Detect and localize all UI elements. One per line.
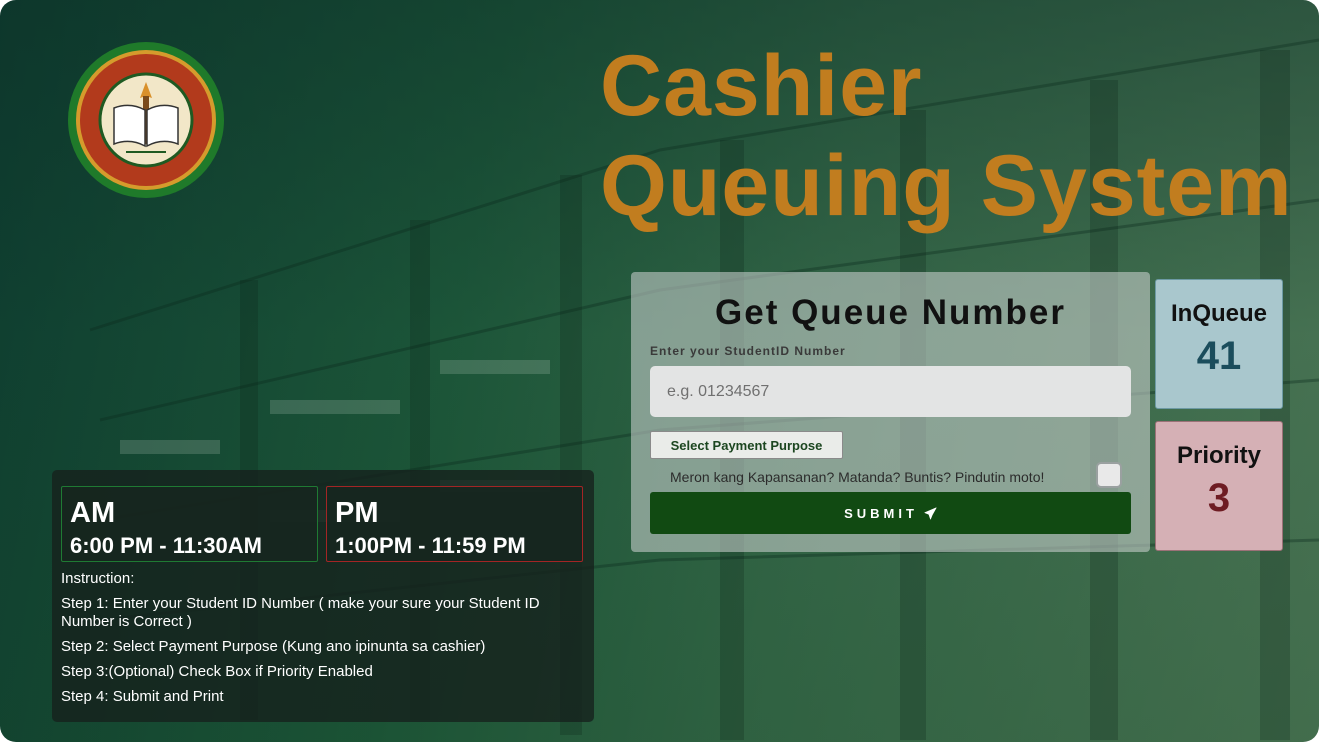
title-line-1: Cashier [600,38,923,134]
priority-counter-label: Priority [1176,442,1262,469]
inqueue-counter: InQueue 41 [1155,279,1283,409]
inqueue-count: 41 [1196,334,1242,378]
student-id-label: Enter your StudentID Number [650,344,846,358]
instruction-step: Step 3:(Optional) Check Box if Priority … [61,663,373,680]
priority-counter: Priority 3 [1155,421,1283,551]
queue-form-heading: Get Queue Number [715,293,1066,332]
priority-row: Meron kang Kapansanan? Matanda? Buntis? … [650,462,1131,491]
pm-schedule: PM 1:00PM - 11:59 PM [326,486,583,562]
pm-hours: 1:00PM - 11:59 PM [335,533,526,558]
info-panel: AM 6:00 PM - 11:30AM PM 1:00PM - 11:59 P… [52,470,594,722]
priority-count: 3 [1207,476,1231,520]
am-schedule: AM 6:00 PM - 11:30AM [61,486,318,562]
am-label: AM [70,497,116,529]
page-title: Cashier Queuing System [600,36,1315,236]
title-line-2: Queuing System [600,138,1293,234]
queue-form-card: Get Queue Number Enter your StudentID Nu… [631,272,1150,552]
instruction-step: Step 4: Submit and Print [61,688,224,705]
priority-checkbox[interactable] [1096,462,1122,488]
instruction-step: Step 2: Select Payment Purpose (Kung ano… [61,638,486,655]
instruction-step: Step 1: Enter your Student ID Number ( m… [61,595,540,630]
instructions-title: Instruction: [61,570,135,587]
pm-label: PM [335,497,379,529]
student-id-input[interactable] [650,366,1131,417]
am-hours: 6:00 PM - 11:30AM [70,533,262,558]
submit-label: SUBMIT [844,505,918,521]
submit-button[interactable]: SUBMIT [650,492,1131,534]
kiosk-screen: Cashier Queuing System Get Queue Number … [0,0,1319,742]
instructions: Instruction: Step 1: Enter your Student … [61,570,586,706]
select-payment-purpose-button[interactable]: Select Payment Purpose [650,431,843,459]
inqueue-label: InQueue [1170,300,1267,327]
paper-plane-icon [924,506,937,520]
priority-checkbox-label: Meron kang Kapansanan? Matanda? Buntis? … [670,469,1045,485]
college-seal-icon [68,42,224,198]
